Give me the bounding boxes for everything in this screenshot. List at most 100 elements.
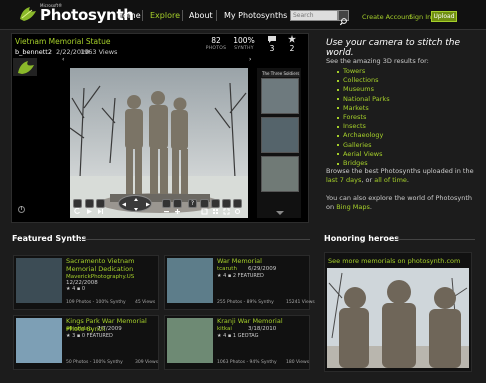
category-link[interactable]: Forests <box>343 113 366 121</box>
category-link[interactable]: National Parks <box>343 95 390 103</box>
featured-badge: GEOTAG <box>237 333 259 339</box>
all-of-time-link[interactable]: all of time <box>374 176 407 184</box>
category-link[interactable]: Markets <box>343 104 369 112</box>
category-bullet <box>337 153 339 156</box>
last-7-days-link[interactable]: last 7 days <box>326 176 361 184</box>
featured-date: 3/18/2010 <box>248 326 277 332</box>
synth-author[interactable]: b_bennett2 <box>15 48 52 56</box>
category-bullet <box>337 134 339 137</box>
overhead-view-icon[interactable] <box>200 199 209 215</box>
featured-meta: ★ 4 ▪ 1 GEOTAG <box>217 333 258 339</box>
help-icon[interactable]: ? <box>188 199 197 208</box>
nav-home[interactable]: Home <box>117 11 141 20</box>
featured-date: 7/7/2009 <box>97 326 122 332</box>
info-icon[interactable]: i <box>18 206 25 213</box>
category-link[interactable]: Collections <box>343 76 379 84</box>
comment-count: 0 <box>81 286 86 292</box>
grid-view-icon[interactable] <box>211 199 220 214</box>
synth-title[interactable]: Vietnam Memorial Statue <box>15 37 110 46</box>
featured-author[interactable]: tcaruth <box>217 266 237 272</box>
categories-intro: See the amazing 3D results for: <box>326 57 429 65</box>
category-bullet <box>337 88 339 91</box>
comment-icon: ▪ <box>76 286 81 292</box>
nav-divider <box>216 10 217 21</box>
category-link[interactable]: Museums <box>343 85 374 93</box>
sign-in-link[interactable]: Sign In <box>409 13 431 21</box>
featured-title-link[interactable]: Kranji War Memorial <box>217 317 309 325</box>
play-icon[interactable] <box>85 199 94 214</box>
bing-maps-link[interactable]: Bing Maps <box>336 203 370 211</box>
featured-meta: ★ 4 ▪ 2 FEATURED <box>217 273 264 279</box>
heroes-title: Honoring heroes <box>324 234 400 243</box>
chevron-right-icon[interactable]: › <box>249 56 255 64</box>
back-icon[interactable] <box>73 199 82 214</box>
featured-views: 45 Views <box>135 300 156 305</box>
category-bullet <box>337 98 339 101</box>
browse-text-a: Browse the best Photosynths uploaded in … <box>326 167 474 175</box>
browse-text: Browse the best Photosynths uploaded in … <box>326 167 474 184</box>
search-button[interactable] <box>338 10 349 26</box>
photo-thumb[interactable] <box>261 78 299 114</box>
zoom-in-icon[interactable] <box>173 199 182 214</box>
search-input[interactable]: Search <box>290 10 338 21</box>
chevron-left-icon[interactable]: ‹ <box>62 56 68 64</box>
settings-icon[interactable] <box>233 199 242 214</box>
synth-views: 1963 Views <box>80 48 118 56</box>
featured-author[interactable]: elliottdan <box>66 326 92 332</box>
featured-meta: ★ 4 ▪ 0 <box>66 286 85 292</box>
nav-explore[interactable]: Explore <box>150 11 180 20</box>
featured-views: 180 Views <box>286 360 310 365</box>
next-icon[interactable] <box>96 199 105 214</box>
category-link[interactable]: Archaeology <box>343 131 383 139</box>
featured-thumb[interactable] <box>167 258 213 303</box>
photos-count: 82 <box>211 36 221 45</box>
create-account-link[interactable]: Create Account <box>362 13 412 21</box>
category-link[interactable]: Insects <box>343 122 366 130</box>
synth-preview-thumb[interactable] <box>13 58 37 76</box>
comment-icon: ▪ <box>227 333 232 339</box>
photo-thumb[interactable] <box>261 156 299 192</box>
strip-down-icon[interactable] <box>276 211 284 215</box>
nav-my-photosynths[interactable]: My Photosynths <box>224 11 287 20</box>
nav-divider <box>142 10 143 21</box>
photosynth-leaf-icon <box>18 61 34 74</box>
featured-thumb[interactable] <box>16 258 62 303</box>
fullscreen-icon[interactable] <box>222 199 231 215</box>
star-icon: ★ <box>217 333 222 339</box>
star-icon: ★ <box>217 273 222 279</box>
upload-button[interactable]: Upload <box>431 11 457 22</box>
favorite-count: 2 <box>289 44 295 53</box>
synthy-value: 100% <box>233 36 255 45</box>
star-icon[interactable] <box>288 35 296 43</box>
heroes-photo[interactable] <box>327 268 469 368</box>
photo-thumb[interactable] <box>261 117 299 153</box>
navigation-pad[interactable] <box>118 195 152 212</box>
nav-divider <box>182 10 183 21</box>
featured-title-link[interactable]: Sacramento Vietnam Memorial Dedication <box>66 257 158 273</box>
featured-author[interactable]: kitkai <box>217 326 232 332</box>
featured-badge: FEATURED <box>237 273 264 279</box>
tagline: Use your camera to stitch the world. <box>326 38 461 58</box>
photos-label: PHOTOS <box>205 46 227 51</box>
comment-count: 2 <box>232 273 237 279</box>
photosynth-leaf-icon[interactable] <box>18 5 38 23</box>
more-memorials-link[interactable]: See more memorials on photosynth.com <box>328 257 460 265</box>
category-link[interactable]: Galleries <box>343 141 372 149</box>
category-link[interactable]: Aerial Views <box>343 150 382 158</box>
zoom-out-icon[interactable] <box>162 199 171 213</box>
comment-icon[interactable] <box>268 36 276 43</box>
featured-photos: 1063 Photos - 94% Synthy <box>217 360 277 365</box>
category-link[interactable]: Bridges <box>343 159 368 167</box>
featured-thumb[interactable] <box>16 318 62 363</box>
featured-photos: 255 Photos - 89% Synthy <box>217 300 274 305</box>
nav-about[interactable]: About <box>189 11 213 20</box>
comment-icon: ▪ <box>227 273 232 279</box>
featured-thumb[interactable] <box>167 318 213 363</box>
featured-meta: ★ 3 ▪ 0 FEATURED <box>66 333 113 339</box>
featured-views: 15241 Views <box>286 300 315 305</box>
featured-title-link[interactable]: War Memorial <box>217 257 309 265</box>
featured-photos: 50 Photos - 100% Synthy <box>66 360 123 365</box>
category-bullet <box>337 162 339 165</box>
section-divider <box>395 239 475 240</box>
category-link[interactable]: Towers <box>343 67 365 75</box>
